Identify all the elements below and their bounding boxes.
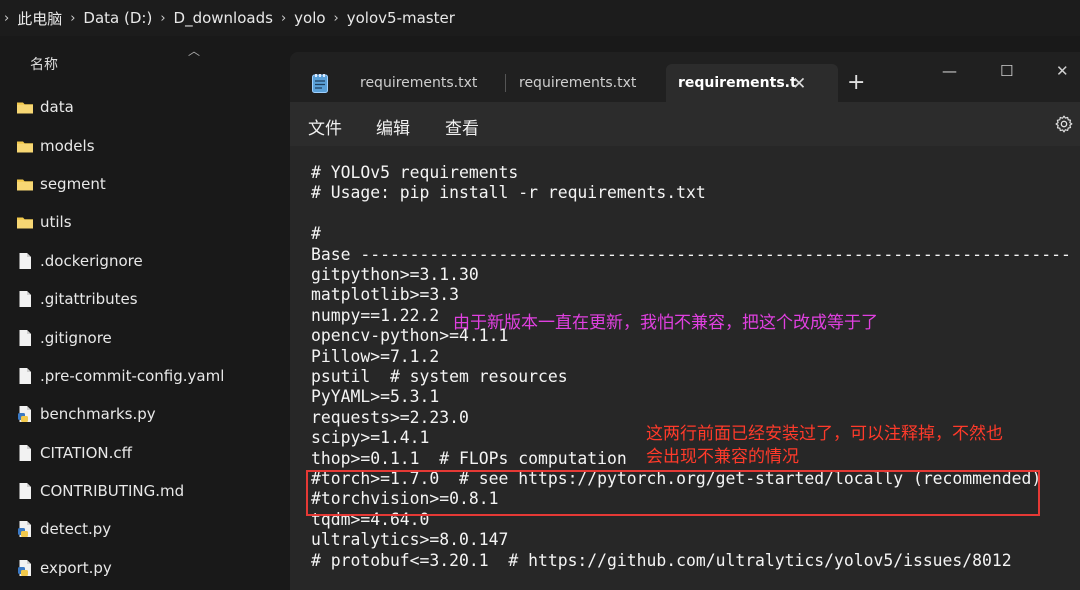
file-item-dockerignore[interactable]: .dockerignore [0, 242, 290, 280]
python-file-icon [16, 559, 34, 577]
file-item-label: utils [40, 213, 72, 232]
code-line: PyYAML>=5.3.1 [311, 387, 440, 407]
file-item-benchmarks-py[interactable]: benchmarks.py [0, 395, 290, 433]
tab-divider [505, 74, 506, 92]
file-item-segment[interactable]: segment [0, 165, 290, 203]
file-item-label: segment [40, 174, 106, 193]
chevron-right-icon[interactable]: › [160, 11, 165, 26]
explorer-file-list-pane: 名称 ︿ data models segment utils .dockerignore… [0, 36, 290, 590]
gear-icon[interactable] [1054, 114, 1074, 134]
code-line: psutil # system resources [311, 367, 568, 386]
code-line: thop>=0.1.1 # FLOPs computation [311, 448, 627, 468]
annotation-torch-note-line2: 会出现不兼容的情况 [646, 447, 799, 467]
file-icon [16, 252, 34, 270]
code-line: # YOLOv5 requirements [311, 163, 519, 182]
breadcrumb-item-yolov5-master[interactable]: yolov5-master [347, 9, 455, 27]
tab-requirements-1[interactable]: requirements.txt [348, 64, 505, 102]
file-item-citation-cff[interactable]: CITATION.cff [0, 434, 290, 472]
menu-file[interactable]: 文件 [308, 114, 342, 139]
highlight-box [306, 470, 1040, 516]
file-item-contributing-md[interactable]: CONTRIBUTING.md [0, 472, 290, 510]
menu-edit[interactable]: 编辑 [376, 114, 410, 139]
sort-chevron-up-icon: ︿ [188, 44, 201, 58]
tab-requirements-active[interactable]: requirements.t [666, 64, 838, 102]
notepad-app-icon [312, 74, 328, 93]
code-line: gitpython>=3.1.30 [311, 265, 479, 284]
menu-view[interactable]: 查看 [445, 114, 479, 139]
tab-label: requirements.t [678, 75, 797, 91]
close-tab-icon[interactable]: ✕ [792, 74, 806, 94]
code-line: requests>=2.23.0 [311, 407, 469, 427]
file-item-pre-commit-config-yaml[interactable]: .pre-commit-config.yaml [0, 357, 290, 395]
file-item-label: data [40, 98, 74, 117]
annotation-torch-note: 这两行前面已经安装过了，可以注释掉，不然也 会出现不兼容的情况 [646, 423, 1003, 469]
chevron-right-icon[interactable]: › [281, 11, 286, 26]
file-icon [16, 444, 34, 462]
text-editor[interactable]: # YOLOv5 requirements # Usage: pip instal… [290, 146, 1080, 590]
breadcrumb-item-data-drive[interactable]: Data (D:) [83, 9, 152, 27]
folder-icon [16, 98, 34, 116]
file-item-data[interactable]: data [0, 88, 290, 126]
file-item-gitattributes[interactable]: .gitattributes [0, 280, 290, 318]
code-line: # Usage: pip install -r requirements.txt [311, 183, 706, 203]
code-line: Pillow>=7.1.2 [311, 346, 440, 366]
file-item-label: .dockerignore [40, 251, 143, 270]
code-line: Base -----------------------------------… [311, 244, 1071, 264]
tab-label: requirements.txt [519, 75, 637, 91]
file-item-label: export.py [40, 558, 112, 577]
chevron-right-icon[interactable]: › [334, 11, 339, 26]
file-list: data models segment utils .dockerignore .gita… [0, 88, 290, 587]
file-icon [16, 482, 34, 500]
close-window-icon[interactable]: ✕ [1056, 62, 1069, 80]
code-line: matplotlib>=3.3 [311, 285, 460, 305]
title-bar: requirements.txt requirements.txt requir… [290, 52, 1080, 102]
code-line: scipy>=1.4.1 [311, 428, 430, 448]
breadcrumb: › 此电脑 › Data (D:) › D_downloads › yolo ›… [0, 0, 1080, 36]
breadcrumb-item-yolo[interactable]: yolo [294, 9, 325, 27]
file-item-label: .gitattributes [40, 290, 138, 309]
file-item-detect-py[interactable]: detect.py [0, 510, 290, 548]
file-item-export-py[interactable]: export.py [0, 549, 290, 587]
python-file-icon [16, 520, 34, 538]
folder-icon [16, 137, 34, 155]
file-item-models[interactable]: models [0, 126, 290, 164]
code-line: # protobuf<=3.20.1 # https://github.com/… [311, 550, 1012, 570]
file-item-label: .pre-commit-config.yaml [40, 366, 225, 385]
code-line: ultralytics>=8.0.147 [311, 530, 509, 550]
file-icon [16, 329, 34, 347]
file-item-label: .gitignore [40, 328, 112, 347]
code-line: numpy==1.22.2 [311, 305, 440, 325]
annotation-numpy-note: 由于新版本一直在更新，我怕不兼容，把这个改成等于了 [453, 313, 878, 333]
breadcrumb-item-d-downloads[interactable]: D_downloads [174, 9, 273, 27]
folder-icon [16, 175, 34, 193]
file-item-gitignore[interactable]: .gitignore [0, 318, 290, 356]
file-item-label: models [40, 136, 95, 155]
breadcrumb-item-this-pc[interactable]: 此电脑 [17, 8, 62, 29]
annotation-torch-note-line1: 这两行前面已经安装过了，可以注释掉，不然也 [646, 424, 1003, 444]
file-item-label: CITATION.cff [40, 443, 132, 462]
chevron-right-icon[interactable]: › [4, 11, 9, 26]
tab-label: requirements.txt [360, 75, 478, 91]
file-icon [16, 367, 34, 385]
tab-requirements-2[interactable]: requirements.txt [507, 64, 664, 102]
add-tab-icon[interactable]: + [847, 72, 865, 94]
python-file-icon [16, 405, 34, 423]
maximize-icon[interactable]: ☐ [1000, 62, 1013, 80]
file-item-label: CONTRIBUTING.md [40, 482, 185, 501]
name-column-header[interactable]: 名称 [30, 54, 58, 74]
folder-icon [16, 213, 34, 231]
chevron-right-icon[interactable]: › [70, 11, 75, 26]
file-item-label: benchmarks.py [40, 405, 156, 424]
file-item-label: detect.py [40, 520, 112, 539]
minimize-icon[interactable]: — [942, 62, 957, 80]
file-icon [16, 290, 34, 308]
menu-bar: 文件 编辑 查看 [290, 102, 1080, 146]
code-line: # [311, 224, 321, 244]
file-item-utils[interactable]: utils [0, 203, 290, 241]
